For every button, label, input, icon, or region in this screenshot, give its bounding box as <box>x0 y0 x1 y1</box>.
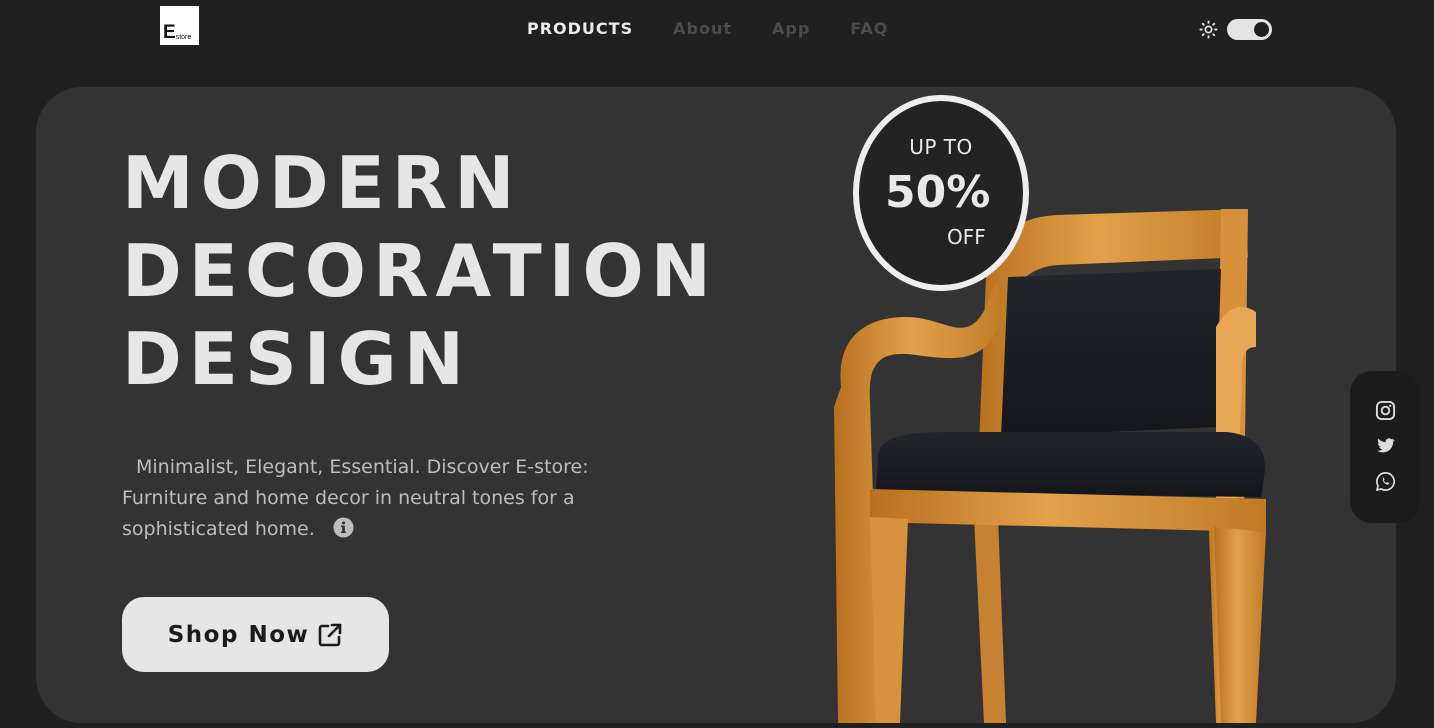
logo-text: store <box>175 34 192 41</box>
theme-toggle[interactable] <box>1227 19 1272 40</box>
external-link-icon <box>318 623 342 646</box>
armchair-image <box>834 209 1266 723</box>
discount-badge: UP TO 50% OFF <box>853 95 1029 291</box>
badge-line-1: UP TO <box>909 135 973 159</box>
site-header: E store PRODUCTS About App FAQ <box>0 0 1434 60</box>
hero-headline: MODERN DECORATION DESIGN <box>122 139 718 403</box>
twitter-icon[interactable] <box>1375 435 1396 456</box>
shop-now-label: Shop Now <box>167 621 310 648</box>
hero-card: MODERN DECORATION DESIGN Minimalist, Ele… <box>36 87 1396 723</box>
nav-faq[interactable]: FAQ <box>850 19 888 38</box>
social-links <box>1350 371 1420 523</box>
logo-letter: E <box>163 22 176 43</box>
instagram-icon[interactable] <box>1375 400 1396 421</box>
shop-now-button[interactable]: Shop Now <box>122 597 389 672</box>
nav-products[interactable]: PRODUCTS <box>527 19 633 38</box>
theme-switcher <box>1199 19 1272 40</box>
nav-app[interactable]: App <box>772 19 810 38</box>
toggle-knob <box>1254 22 1269 37</box>
hero-subtitle: Minimalist, Elegant, Essential. Discover… <box>122 452 642 545</box>
site-logo[interactable]: E store <box>160 6 199 45</box>
headline-line-3: DESIGN <box>122 317 471 401</box>
badge-line-3: OFF <box>947 225 986 249</box>
headline-line-1: MODERN <box>122 141 522 225</box>
whatsapp-icon[interactable] <box>1375 471 1396 492</box>
info-circle-icon[interactable] <box>333 517 354 538</box>
sun-icon <box>1199 20 1218 39</box>
badge-percent: 50% <box>885 167 991 218</box>
headline-line-2: DECORATION <box>122 229 718 313</box>
main-nav: PRODUCTS About App FAQ <box>527 19 928 38</box>
subtitle-text: Minimalist, Elegant, Essential. Discover… <box>122 456 589 540</box>
nav-about[interactable]: About <box>673 19 732 38</box>
